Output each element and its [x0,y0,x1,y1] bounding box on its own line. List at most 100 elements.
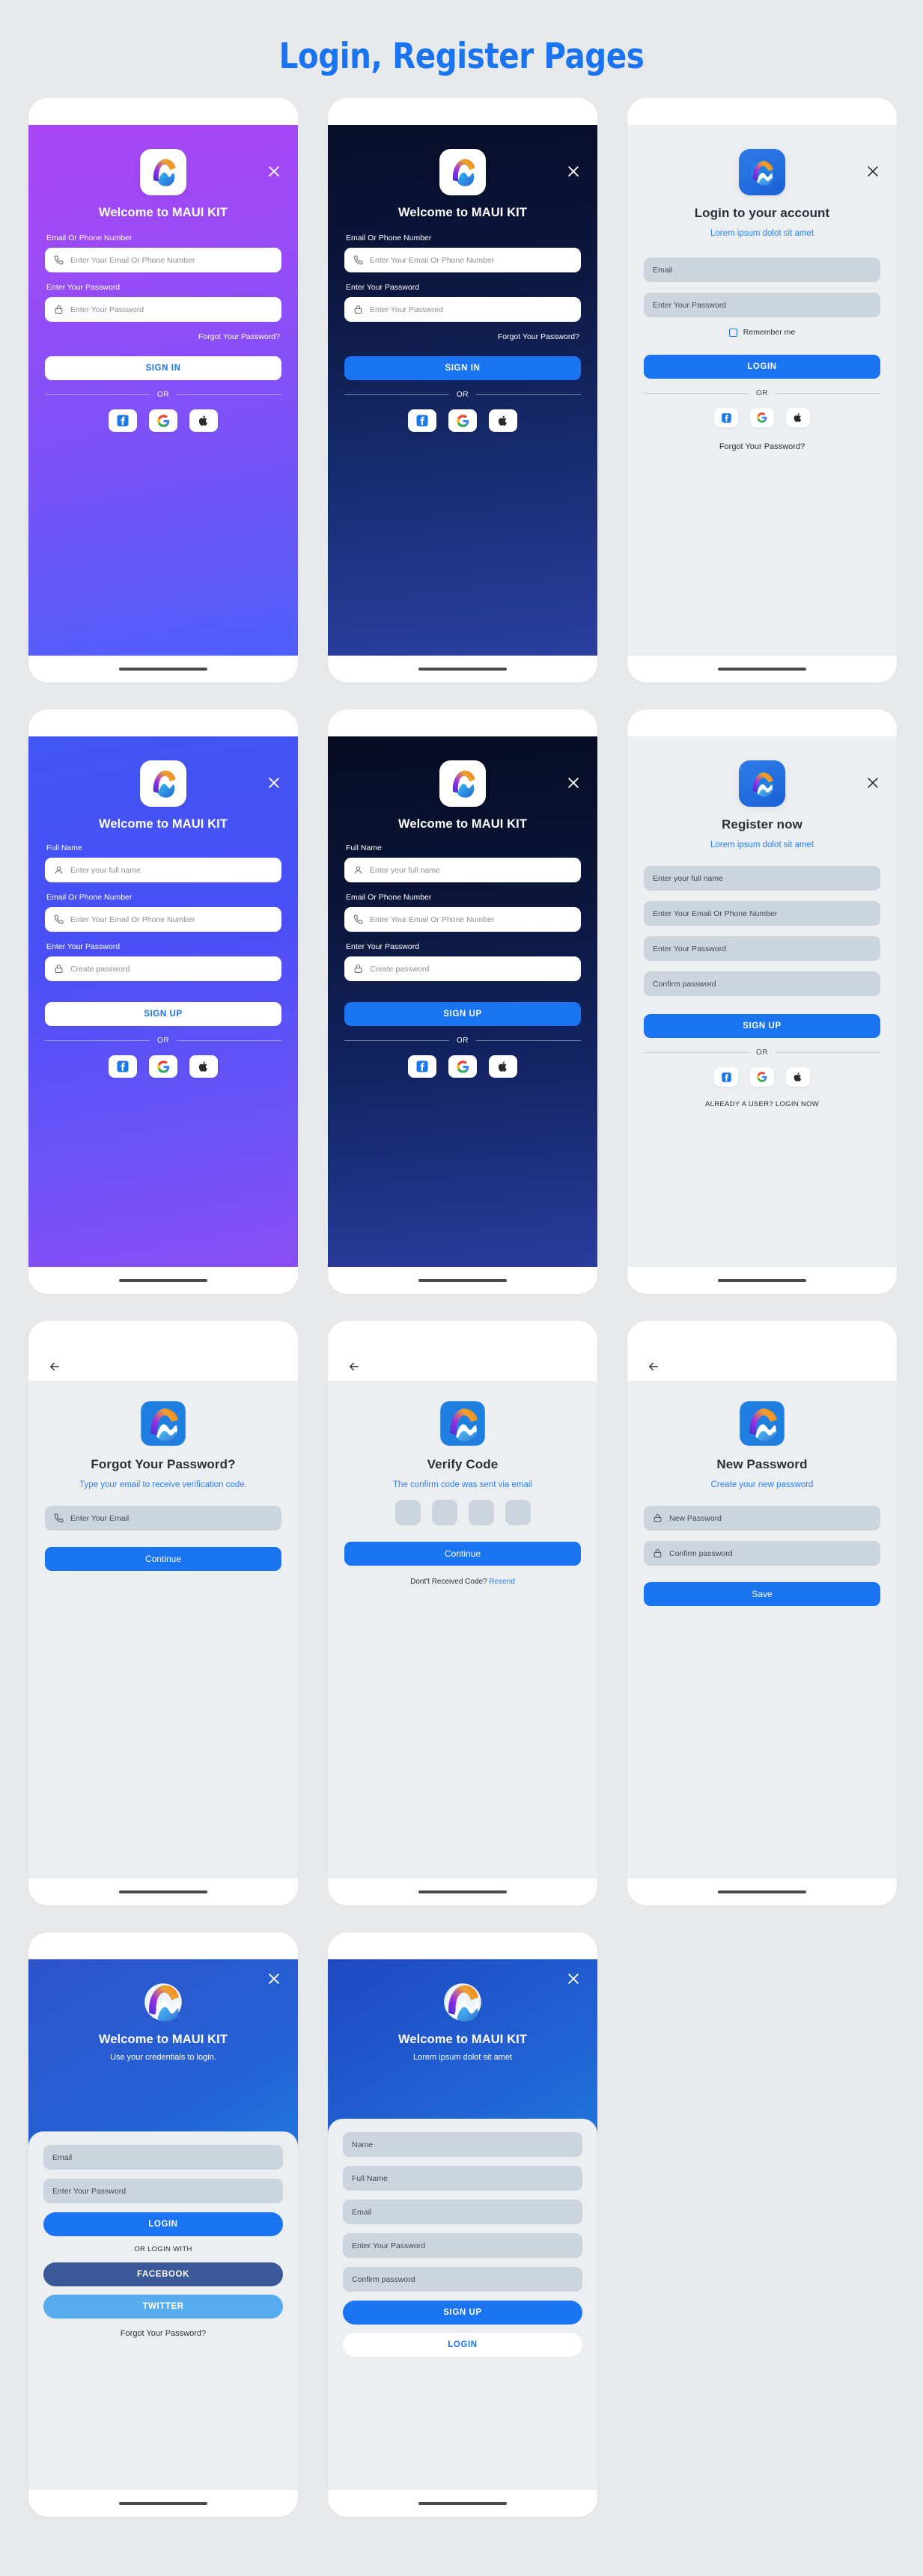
apple-button[interactable] [786,408,810,427]
or-divider: OR [344,391,581,399]
page-subtitle: Create your new password [710,1480,814,1489]
phone-signup-bluepurple: Welcome to MAUI KIT Full Name Enter your… [28,709,298,1294]
otp-box-3[interactable] [468,1500,494,1525]
sign-up-button[interactable]: SIGN UP [644,1014,880,1038]
social-buttons [644,408,880,427]
email-input[interactable]: Email [644,257,880,282]
close-icon[interactable] [266,775,283,792]
remember-me-row[interactable]: Remember me [644,328,880,337]
facebook-login-button[interactable]: FACEBOOK [43,2262,283,2286]
back-button[interactable] [45,1348,281,1373]
forgot-password-link[interactable]: Forgot Your Password? [644,442,880,451]
home-indicator-area [328,656,597,683]
full-name-placeholder: Enter your full name [370,865,440,875]
app-logo [140,149,186,195]
phone-icon [54,1513,64,1523]
facebook-button[interactable] [408,409,436,432]
resend-link[interactable]: Resend [489,1578,514,1586]
password-input[interactable]: Create password [344,956,581,981]
login-button[interactable]: LOGIN [644,355,880,379]
confirm-password-input[interactable]: Confirm password [644,971,880,996]
app-logo [140,760,186,807]
apple-button[interactable] [189,409,218,432]
email-placeholder: Email [653,265,673,275]
label-password: Enter Your Password [46,942,121,951]
continue-button[interactable]: Continue [344,1542,581,1566]
facebook-button[interactable] [408,1055,436,1078]
password-input[interactable]: Enter Your Password [644,936,880,961]
close-icon[interactable] [566,164,582,180]
apple-button[interactable] [489,1055,517,1078]
full-name-input[interactable]: Enter your full name [344,858,581,882]
continue-button[interactable]: Continue [45,1547,281,1571]
email-input[interactable]: Email [343,2200,582,2224]
remember-me-checkbox[interactable] [728,328,737,337]
forgot-password-link[interactable]: Forgot Your Password? [43,2329,283,2338]
status-bar [28,1321,298,1348]
sign-up-button[interactable]: SIGN UP [344,1002,581,1026]
label-email-phone: Email Or Phone Number [46,893,132,902]
password-input[interactable]: Enter Your Password [343,2233,582,2258]
google-button[interactable] [149,409,177,432]
apple-button[interactable] [489,409,517,432]
forgot-password-link[interactable]: Forgot Your Password? [45,332,280,341]
full-name-input[interactable]: Enter your full name [45,858,281,882]
screen: Welcome to MAUI KIT Email Or Phone Numbe… [28,125,298,656]
email-phone-input[interactable]: Enter Your Email Or Phone Number [45,248,281,272]
social-buttons [45,409,281,432]
forgot-password-link[interactable]: Forgot Your Password? [344,332,579,341]
email-phone-input[interactable]: Enter Your Email Or Phone Number [45,907,281,932]
back-button[interactable] [344,1348,581,1373]
email-input[interactable]: Enter Your Email [45,1506,281,1530]
google-button[interactable] [448,409,477,432]
google-button[interactable] [750,408,774,427]
close-icon[interactable] [266,1971,283,1988]
facebook-button[interactable] [109,1055,137,1078]
email-phone-input[interactable]: Enter Your Email Or Phone Number [344,248,581,272]
google-button[interactable] [149,1055,177,1078]
email-input[interactable]: Email [43,2145,283,2170]
sign-in-button[interactable]: SIGN IN [45,356,281,380]
new-password-input[interactable]: New Password [644,1506,880,1530]
email-phone-input[interactable]: Enter Your Email Or Phone Number [344,907,581,932]
apple-icon [198,1061,207,1072]
apple-button[interactable] [189,1055,218,1078]
login-button[interactable]: LOGIN [343,2333,582,2357]
login-button[interactable]: LOGIN [43,2212,283,2236]
close-icon[interactable] [266,164,283,180]
password-input[interactable]: Enter Your Password [43,2179,283,2203]
facebook-button[interactable] [714,1067,738,1087]
close-icon[interactable] [566,1971,582,1988]
sign-in-button[interactable]: SIGN IN [344,356,581,380]
password-input[interactable]: Enter Your Password [344,297,581,322]
password-input[interactable]: Enter Your Password [45,297,281,322]
name-input[interactable]: Name [343,2132,582,2157]
close-icon[interactable] [865,775,882,792]
facebook-button[interactable] [109,409,137,432]
google-button[interactable] [750,1067,774,1087]
email-phone-input[interactable]: Enter Your Email Or Phone Number [644,901,880,926]
password-input[interactable]: Enter Your Password [644,293,880,317]
full-name-input[interactable]: Full Name [343,2166,582,2191]
apple-button[interactable] [786,1067,810,1087]
screen: Welcome to MAUI KIT Email Or Phone Numbe… [328,125,597,656]
login-now-link[interactable]: ALREADY A USER? LOGIN NOW [644,1100,880,1108]
back-button[interactable] [644,1348,880,1373]
password-input[interactable]: Create password [45,956,281,981]
close-icon[interactable] [865,164,882,180]
google-button[interactable] [448,1055,477,1078]
confirm-password-input[interactable]: Confirm password [343,2267,582,2292]
page-heading: Register now [722,817,802,831]
sign-up-button[interactable]: SIGN UP [343,2301,582,2325]
sign-up-button[interactable]: SIGN UP [45,1002,281,1026]
close-icon[interactable] [566,775,582,792]
home-indicator [418,1890,507,1893]
otp-box-1[interactable] [395,1500,421,1525]
full-name-input[interactable]: Enter your full name [644,866,880,891]
otp-box-2[interactable] [431,1500,457,1525]
twitter-login-button[interactable]: TWITTER [43,2295,283,2319]
otp-box-4[interactable] [505,1500,531,1525]
facebook-button[interactable] [714,408,738,427]
save-button[interactable]: Save [644,1582,880,1606]
confirm-password-input[interactable]: Confirm password [644,1541,880,1566]
